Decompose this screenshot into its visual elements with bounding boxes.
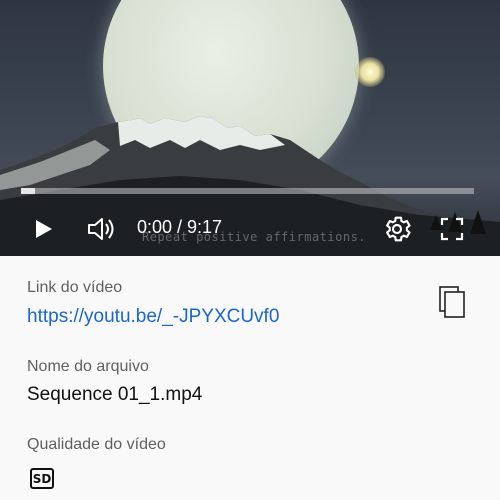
progress-buffered <box>21 188 35 194</box>
gear-icon <box>386 216 411 242</box>
filename-label: Nome do arquivo <box>27 358 149 375</box>
volume-icon <box>88 218 114 240</box>
play-button[interactable] <box>30 216 56 242</box>
fullscreen-button[interactable] <box>439 216 465 242</box>
quality-badge: SD <box>30 468 54 489</box>
video-quality-label: Qualidade do vídeo <box>27 436 166 453</box>
play-icon <box>36 220 52 238</box>
video-player[interactable]: Repeat positive affirmations. 0:00 / 9:1… <box>0 0 500 256</box>
filename-value: Sequence 01_1.mp4 <box>27 384 203 405</box>
copy-link-button[interactable] <box>437 285 467 319</box>
video-link[interactable]: https://youtu.be/_-JPYXCUvf0 <box>27 306 279 328</box>
copy-icon <box>439 286 465 318</box>
time-display: 0:00 / 9:17 <box>137 217 223 237</box>
mountain-landscape <box>0 116 500 256</box>
progress-bar[interactable] <box>21 188 474 194</box>
fullscreen-icon <box>440 217 464 241</box>
video-link-label: Link do vídeo <box>27 279 123 296</box>
settings-button[interactable] <box>381 213 413 245</box>
volume-button[interactable] <box>86 214 118 244</box>
